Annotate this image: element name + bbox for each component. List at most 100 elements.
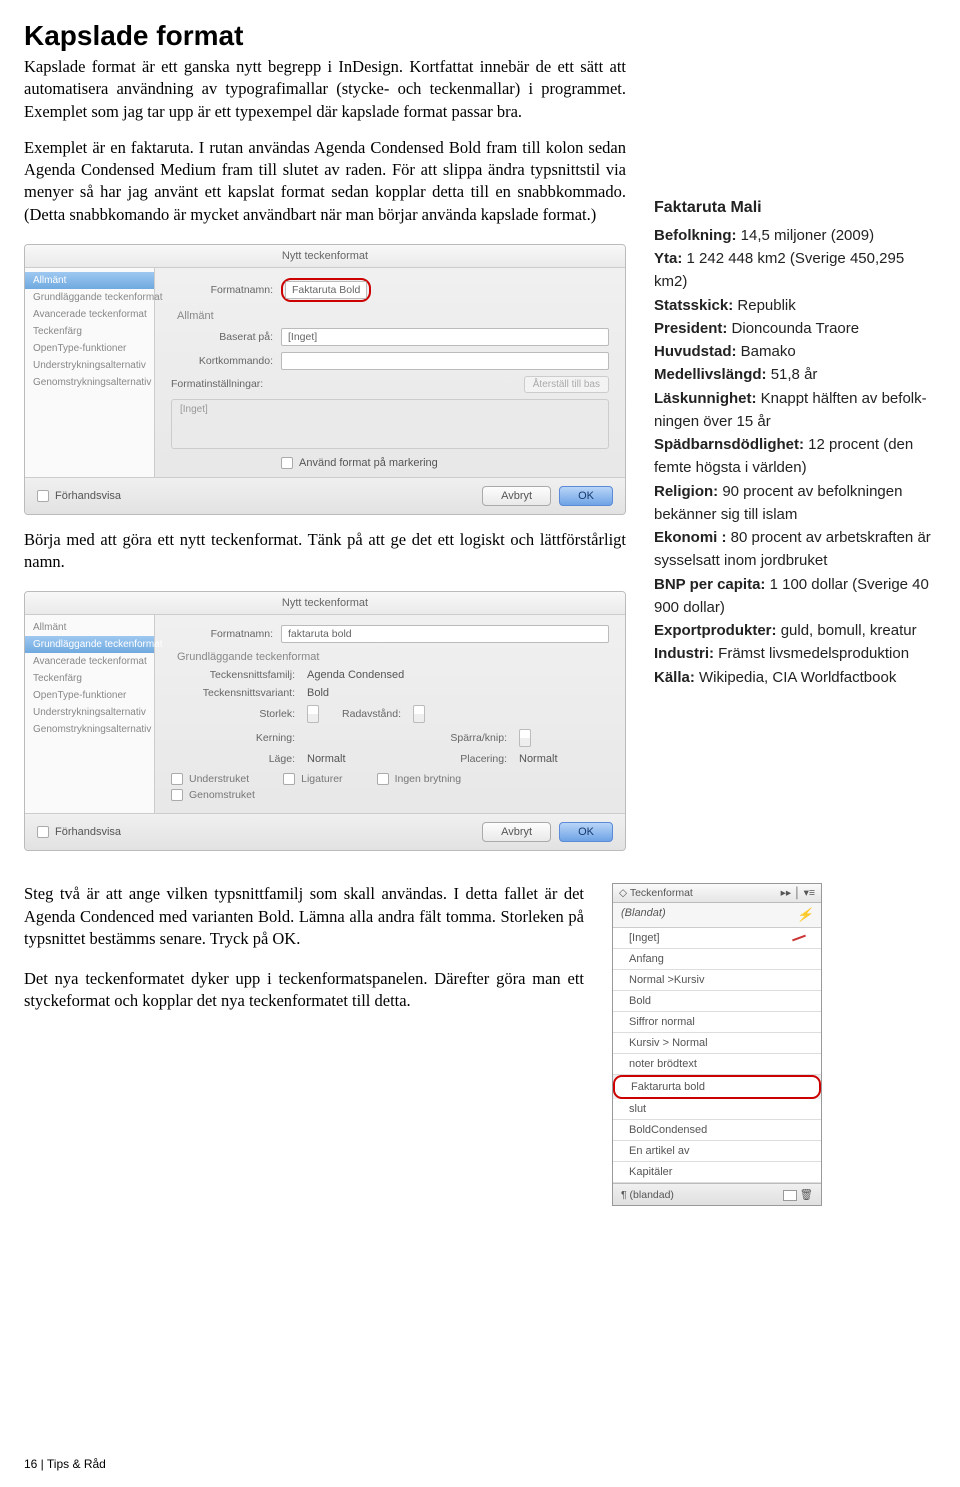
panel-footer-text: ¶ (blandad) [621, 1189, 674, 1201]
panel-current-style: (Blandat) [621, 907, 666, 923]
faktaruta-value: Dioncounda Traore [732, 320, 860, 337]
strikethrough-checkbox[interactable] [171, 789, 183, 801]
faktaruta-key: Medellivslängd: [654, 366, 771, 383]
panel-item[interactable]: Bold [613, 991, 821, 1012]
underline-checkbox[interactable] [171, 773, 183, 785]
kerning-label: Kerning: [171, 732, 301, 744]
dialog-nytt-teckenformat-grundlaggande: Nytt teckenformat Allmänt Grundläggande … [24, 591, 626, 851]
faktaruta-row: Huvudstad: Bamako [654, 340, 936, 363]
sidebar-item-avancerade[interactable]: Avancerade teckenformat [25, 306, 154, 323]
faktaruta-row: Industri: Främst livsmedelsproduktion [654, 642, 936, 665]
panel-item[interactable]: [Inget] [613, 928, 821, 949]
nobreak-checkbox[interactable] [377, 773, 389, 785]
faktaruta-value: Wikipedia, CIA Worldfactbook [699, 669, 896, 686]
sidebar-item-understrykning[interactable]: Understrykningsalternativ [25, 357, 154, 374]
faktaruta-value: Republik [737, 297, 795, 314]
panel-item[interactable]: Kapitäler [613, 1162, 821, 1183]
preview-checkbox[interactable] [37, 490, 49, 502]
size-stepper[interactable] [307, 705, 319, 723]
page-title: Kapslade format [24, 20, 936, 52]
kortkommando-input[interactable] [281, 352, 609, 370]
faktaruta-key: Befolkning: [654, 227, 741, 244]
ok-button[interactable]: OK [559, 822, 613, 842]
strikethrough-label: Genomstruket [189, 789, 255, 801]
intro-paragraph: Kapslade format är ett ganska nytt begre… [24, 56, 626, 123]
dialog-title: Nytt teckenformat [25, 245, 625, 268]
panel-item[interactable]: slut [613, 1099, 821, 1120]
faktaruta-key: Ekonomi : [654, 529, 731, 546]
section-header: Grundläggande teckenformat [171, 649, 609, 669]
faktaruta-value: guld, bomull, kreatur [781, 622, 917, 639]
faktaruta-key: Spädbarnsdödlighet: [654, 436, 808, 453]
faktaruta-key: Religion: [654, 483, 722, 500]
none-icon [793, 932, 805, 944]
formatnamn-input[interactable]: faktaruta bold [281, 625, 609, 643]
new-style-icon[interactable] [783, 1190, 797, 1201]
faktaruta-row: Källa: Wikipedia, CIA Worldfactbook [654, 666, 936, 689]
sidebar-item-teckenfarg[interactable]: Teckenfärg [25, 323, 154, 340]
baserat-select[interactable]: [Inget] [281, 328, 609, 346]
leading-label: Radavstånd: [327, 708, 407, 720]
sidebar-item-opentype[interactable]: OpenType-funktioner [25, 340, 154, 357]
preview-label: Förhandsvisa [55, 826, 121, 838]
reset-button[interactable]: Återställ till bas [524, 376, 609, 393]
faktaruta-value: 14,5 miljoner (2009) [741, 227, 874, 244]
faktaruta-key: Exportprodukter: [654, 622, 781, 639]
faktaruta-row: Exportprodukter: guld, bomull, kreatur [654, 619, 936, 642]
formatnamn-label: Formatnamn: [171, 628, 281, 640]
sidebar-item-allmant[interactable]: Allmänt [25, 272, 154, 289]
faktaruta-key: BNP per capita: [654, 576, 770, 593]
variant-select[interactable]: Bold [307, 687, 609, 699]
panel-item[interactable]: En artikel av [613, 1141, 821, 1162]
faktaruta-row: Statsskick: Republik [654, 294, 936, 317]
cancel-button[interactable]: Avbryt [482, 822, 551, 842]
faktaruta-row: Yta: 1 242 448 km2 (Sverige 450,295 km2) [654, 247, 936, 294]
faktaruta-key: Industri: [654, 645, 718, 662]
preview-checkbox[interactable] [37, 826, 49, 838]
family-select[interactable]: Agenda Condensed [307, 669, 609, 681]
faktaruta-value: 1 242 448 km2 (Sverige 450,295 km2) [654, 250, 904, 290]
case-select[interactable]: Normalt [307, 753, 427, 765]
ligatures-checkbox[interactable] [283, 773, 295, 785]
faktaruta-row: Läskunnighet: Knappt hälften av befolk­n… [654, 387, 936, 434]
position-select[interactable]: Normalt [519, 753, 609, 765]
cancel-button[interactable]: Avbryt [482, 486, 551, 506]
sidebar-item-allmant[interactable]: Allmänt [25, 619, 154, 636]
panel-item[interactable]: BoldCondensed [613, 1120, 821, 1141]
baserat-label: Baserat på: [171, 331, 281, 343]
sidebar-item-teckenfarg[interactable]: Teckenfärg [25, 670, 154, 687]
teckenformat-panel: ◇ Teckenformat ▸▸ │ ▾≡ (Blandat) ⚡ [Inge… [612, 883, 822, 1206]
panel-item[interactable]: Kursiv > Normal [613, 1033, 821, 1054]
trash-icon[interactable]: 🗑 [800, 1189, 813, 1201]
apply-checkbox[interactable] [281, 457, 293, 469]
sidebar-item-opentype[interactable]: OpenType-funktioner [25, 687, 154, 704]
paragraph-3: Börja med att göra ett nytt teckenformat… [24, 529, 626, 574]
sidebar-item-grundlaggande[interactable]: Grundläggande teckenformat [25, 289, 154, 306]
leading-stepper[interactable] [413, 705, 425, 723]
tracking-stepper[interactable] [519, 729, 531, 747]
panel-item[interactable]: Normal >Kursiv [613, 970, 821, 991]
panel-item[interactable]: Anfang [613, 949, 821, 970]
panel-item[interactable]: Faktarurta bold [613, 1075, 821, 1099]
paragraph-2: Exemplet är en faktaruta. I rutan använd… [24, 137, 626, 226]
sidebar-item-genomstrykning[interactable]: Genomstrykningsalternativ [25, 721, 154, 738]
ligatures-label: Ligaturer [301, 773, 342, 785]
ok-button[interactable]: OK [559, 486, 613, 506]
override-icon[interactable]: ⚡ [797, 907, 813, 923]
dialog-sidebar: Allmänt Grundläggande teckenformat Avanc… [25, 268, 155, 477]
panel-item[interactable]: Siffror normal [613, 1012, 821, 1033]
sidebar-item-genomstrykning[interactable]: Genomstrykningsalternativ [25, 374, 154, 391]
paragraph-4: Steg två är att ange vilken typsnittfami… [24, 883, 584, 950]
paragraph-5: Det nya teckenformatet dyker upp i tecke… [24, 968, 584, 1013]
faktaruta-row: President: Dioncounda Traore [654, 317, 936, 340]
formatnamn-input[interactable]: Faktaruta Bold [285, 281, 367, 299]
faktaruta-row: Ekonomi : 80 procent av arbetskraften är… [654, 526, 936, 573]
panel-tab-label[interactable]: Teckenformat [630, 887, 693, 899]
faktaruta-row: Spädbarnsdödlighet: 12 procent (den femt… [654, 433, 936, 480]
sidebar-item-avancerade[interactable]: Avancerade teckenformat [25, 653, 154, 670]
underline-label: Understruket [189, 773, 249, 785]
panel-menu-icon[interactable]: ▸▸ │ ▾≡ [781, 887, 815, 899]
panel-item[interactable]: noter brödtext [613, 1054, 821, 1075]
sidebar-item-grundlaggande[interactable]: Grundläggande teckenformat [25, 636, 154, 653]
sidebar-item-understrykning[interactable]: Understrykningsalternativ [25, 704, 154, 721]
